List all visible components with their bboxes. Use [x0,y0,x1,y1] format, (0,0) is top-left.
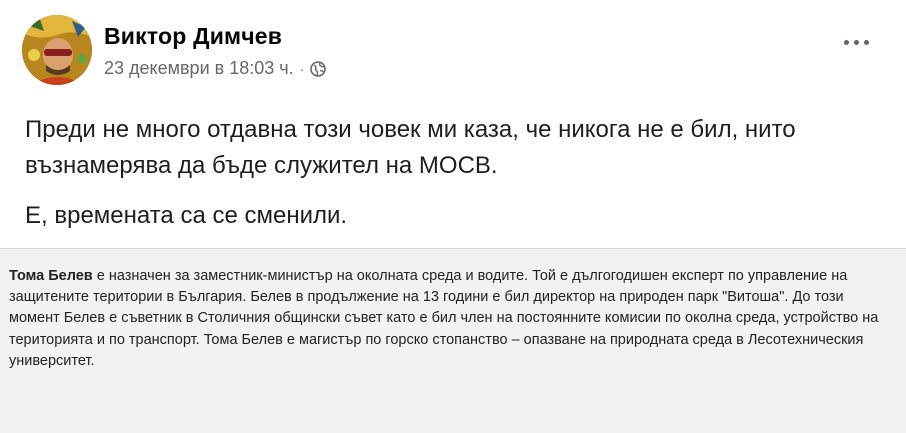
shared-article-snippet[interactable]: Тома Белев е назначен за заместник-минис… [0,249,906,433]
post-header: Виктор Димчев 23 декември в 18:03 ч. · [22,15,327,85]
post-paragraph-1: Преди не много отдавна този човек ми каз… [25,116,796,179]
more-options-icon[interactable] [836,30,876,54]
avatar[interactable] [22,15,92,85]
author-name[interactable]: Виктор Димчев [104,23,326,50]
article-text: Тома Белев е назначен за заместник-минис… [9,266,889,372]
post-body: Преди не много отдавна този човек ми каз… [25,112,875,234]
globe-icon[interactable] [310,60,327,77]
more-dot [853,39,859,45]
article-person-name: Тома Белев [9,268,93,284]
post-timestamp[interactable]: 23 декември в 18:03 ч. [104,58,294,79]
separator-dot: · [299,60,305,77]
more-dot [843,39,849,45]
post-subline: 23 декември в 18:03 ч. · [104,58,327,79]
post-paragraph-2: Е, времената са се сменили. [25,202,348,229]
article-body: е назначен за заместник-министър на окол… [9,268,879,369]
more-dot [863,39,869,45]
avatar-image [22,15,92,85]
post-meta: Виктор Димчев 23 декември в 18:03 ч. · [104,15,327,79]
facebook-post: Виктор Димчев 23 декември в 18:03 ч. · П… [0,0,906,433]
